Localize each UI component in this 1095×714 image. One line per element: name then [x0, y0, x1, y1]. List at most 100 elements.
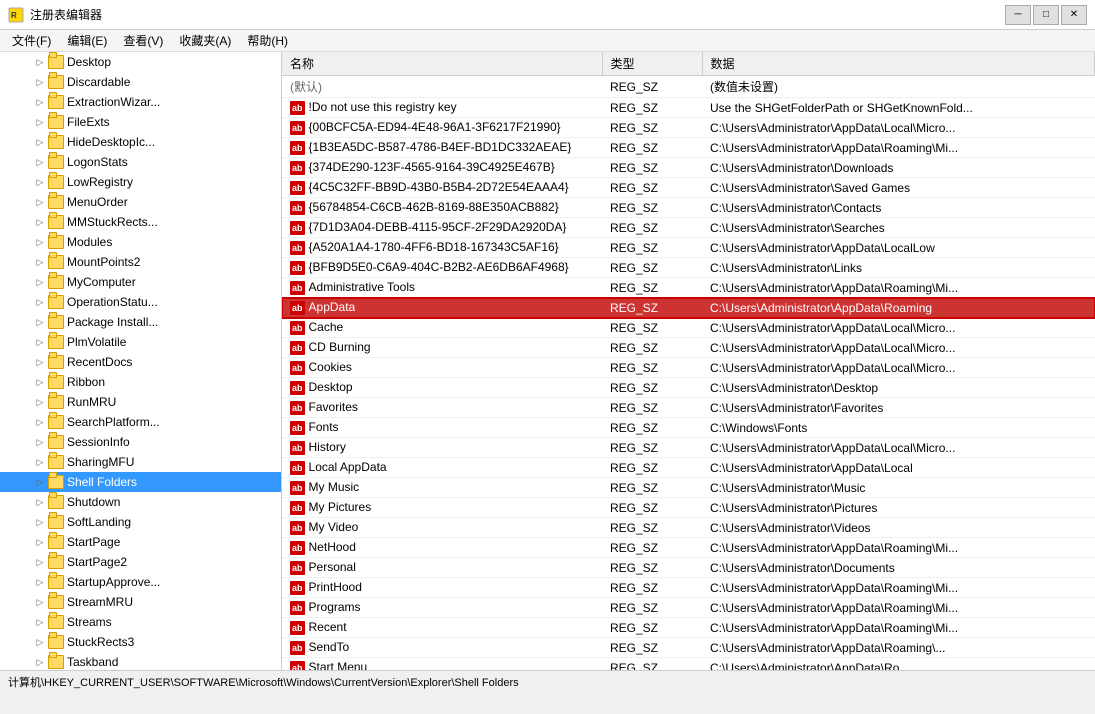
- table-row[interactable]: abMy VideoREG_SZC:\Users\Administrator\V…: [282, 518, 1095, 538]
- tree-expander-icon[interactable]: ▷: [32, 254, 48, 270]
- tree-expander-icon[interactable]: ▷: [32, 194, 48, 210]
- tree-expander-icon[interactable]: ▷: [32, 474, 48, 490]
- tree-expander-icon[interactable]: ▷: [32, 434, 48, 450]
- tree-expander-icon[interactable]: ▷: [32, 514, 48, 530]
- tree-item[interactable]: ▷HideDesktopIc...: [0, 132, 281, 152]
- tree-expander-icon[interactable]: ▷: [32, 114, 48, 130]
- tree-item[interactable]: ▷Taskband: [0, 652, 281, 670]
- tree-item[interactable]: ▷Package Install...: [0, 312, 281, 332]
- table-row[interactable]: abNetHoodREG_SZC:\Users\Administrator\Ap…: [282, 538, 1095, 558]
- tree-expander-icon[interactable]: ▷: [32, 154, 48, 170]
- tree-item[interactable]: ▷StartPage2: [0, 552, 281, 572]
- tree-item[interactable]: ▷MountPoints2: [0, 252, 281, 272]
- tree-item[interactable]: ▷PlmVolatile: [0, 332, 281, 352]
- tree-item[interactable]: ▷SoftLanding: [0, 512, 281, 532]
- table-row[interactable]: abCacheREG_SZC:\Users\Administrator\AppD…: [282, 318, 1095, 338]
- tree-expander-icon[interactable]: ▷: [32, 214, 48, 230]
- tree-expander-icon[interactable]: ▷: [32, 314, 48, 330]
- table-row[interactable]: ab{1B3EA5DC-B587-4786-B4EF-BD1DC332AEAE}…: [282, 138, 1095, 158]
- tree-item[interactable]: ▷SharingMFU: [0, 452, 281, 472]
- tree-expander-icon[interactable]: ▷: [32, 274, 48, 290]
- tree-item[interactable]: ▷StreamMRU: [0, 592, 281, 612]
- tree-item[interactable]: ▷StuckRects3: [0, 632, 281, 652]
- menu-help[interactable]: 帮助(H): [239, 30, 296, 51]
- table-row[interactable]: abPersonalREG_SZC:\Users\Administrator\D…: [282, 558, 1095, 578]
- tree-item[interactable]: ▷Discardable: [0, 72, 281, 92]
- maximize-button[interactable]: □: [1033, 5, 1059, 25]
- table-row[interactable]: abHistoryREG_SZC:\Users\Administrator\Ap…: [282, 438, 1095, 458]
- table-row[interactable]: abMy MusicREG_SZC:\Users\Administrator\M…: [282, 478, 1095, 498]
- tree-item[interactable]: ▷Desktop: [0, 52, 281, 72]
- table-row[interactable]: abFavoritesREG_SZC:\Users\Administrator\…: [282, 398, 1095, 418]
- tree-expander-icon[interactable]: ▷: [32, 174, 48, 190]
- tree-item[interactable]: ▷SearchPlatform...: [0, 412, 281, 432]
- table-row[interactable]: ab{374DE290-123F-4565-9164-39C4925E467B}…: [282, 158, 1095, 178]
- tree-expander-icon[interactable]: ▷: [32, 374, 48, 390]
- tree-expander-icon[interactable]: ▷: [32, 534, 48, 550]
- tree-item[interactable]: ▷MenuOrder: [0, 192, 281, 212]
- table-row[interactable]: abMy PicturesREG_SZC:\Users\Administrato…: [282, 498, 1095, 518]
- tree-item[interactable]: ▷Shutdown: [0, 492, 281, 512]
- tree-expander-icon[interactable]: ▷: [32, 394, 48, 410]
- table-row[interactable]: ab{A520A1A4-1780-4FF6-BD18-167343C5AF16}…: [282, 238, 1095, 258]
- tree-item[interactable]: ▷Shell Folders: [0, 472, 281, 492]
- menu-favorites[interactable]: 收藏夹(A): [171, 30, 239, 51]
- menu-file[interactable]: 文件(F): [4, 30, 59, 51]
- tree-expander-icon[interactable]: ▷: [32, 334, 48, 350]
- table-row[interactable]: abDesktopREG_SZC:\Users\Administrator\De…: [282, 378, 1095, 398]
- table-row[interactable]: abProgramsREG_SZC:\Users\Administrator\A…: [282, 598, 1095, 618]
- table-row[interactable]: ab!Do not use this registry keyREG_SZUse…: [282, 98, 1095, 118]
- close-button[interactable]: ✕: [1061, 5, 1087, 25]
- table-row[interactable]: ab{56784854-C6CB-462B-8169-88E350ACB882}…: [282, 198, 1095, 218]
- tree-expander-icon[interactable]: ▷: [32, 94, 48, 110]
- tree-item[interactable]: ▷FileExts: [0, 112, 281, 132]
- tree-expander-icon[interactable]: ▷: [32, 134, 48, 150]
- tree-item[interactable]: ▷Streams: [0, 612, 281, 632]
- table-row[interactable]: abCD BurningREG_SZC:\Users\Administrator…: [282, 338, 1095, 358]
- tree-expander-icon[interactable]: ▷: [32, 494, 48, 510]
- tree-item[interactable]: ▷MMStuckRects...: [0, 212, 281, 232]
- tree-item[interactable]: ▷StartPage: [0, 532, 281, 552]
- tree-expander-icon[interactable]: ▷: [32, 54, 48, 70]
- tree-item[interactable]: ▷ExtractionWizar...: [0, 92, 281, 112]
- table-row[interactable]: abSendToREG_SZC:\Users\Administrator\App…: [282, 638, 1095, 658]
- tree-expander-icon[interactable]: ▷: [32, 294, 48, 310]
- table-row[interactable]: (默认)REG_SZ(数值未设置): [282, 76, 1095, 98]
- tree-item[interactable]: ▷StartupApprove...: [0, 572, 281, 592]
- tree-item[interactable]: ▷Ribbon: [0, 372, 281, 392]
- tree-expander-icon[interactable]: ▷: [32, 654, 48, 670]
- tree-expander-icon[interactable]: ▷: [32, 354, 48, 370]
- table-row[interactable]: ab{7D1D3A04-DEBB-4115-95CF-2F29DA2920DA}…: [282, 218, 1095, 238]
- tree-item[interactable]: ▷SessionInfo: [0, 432, 281, 452]
- tree-item[interactable]: ▷LogonStats: [0, 152, 281, 172]
- minimize-button[interactable]: ─: [1005, 5, 1031, 25]
- tree-expander-icon[interactable]: ▷: [32, 234, 48, 250]
- table-row[interactable]: abCookiesREG_SZC:\Users\Administrator\Ap…: [282, 358, 1095, 378]
- table-row[interactable]: abRecentREG_SZC:\Users\Administrator\App…: [282, 618, 1095, 638]
- tree-expander-icon[interactable]: ▷: [32, 574, 48, 590]
- table-row[interactable]: ab{BFB9D5E0-C6A9-404C-B2B2-AE6DB6AF4968}…: [282, 258, 1095, 278]
- table-row[interactable]: abAdministrative ToolsREG_SZC:\Users\Adm…: [282, 278, 1095, 298]
- tree-expander-icon[interactable]: ▷: [32, 414, 48, 430]
- table-row[interactable]: abLocal AppDataREG_SZC:\Users\Administra…: [282, 458, 1095, 478]
- menu-edit[interactable]: 编辑(E): [59, 30, 115, 51]
- tree-item[interactable]: ▷RunMRU: [0, 392, 281, 412]
- menu-view[interactable]: 查看(V): [115, 30, 171, 51]
- tree-item[interactable]: ▷MyComputer: [0, 272, 281, 292]
- table-row[interactable]: ab{00BCFC5A-ED94-4E48-96A1-3F6217F21990}…: [282, 118, 1095, 138]
- tree-expander-icon[interactable]: ▷: [32, 594, 48, 610]
- tree-expander-icon[interactable]: ▷: [32, 454, 48, 470]
- table-row[interactable]: abFontsREG_SZC:\Windows\Fonts: [282, 418, 1095, 438]
- table-row[interactable]: ab{4C5C32FF-BB9D-43B0-B5B4-2D72E54EAAA4}…: [282, 178, 1095, 198]
- tree-expander-icon[interactable]: ▷: [32, 634, 48, 650]
- table-row[interactable]: abPrintHoodREG_SZC:\Users\Administrator\…: [282, 578, 1095, 598]
- tree-expander-icon[interactable]: ▷: [32, 554, 48, 570]
- tree-item[interactable]: ▷OperationStatu...: [0, 292, 281, 312]
- tree-item[interactable]: ▷LowRegistry: [0, 172, 281, 192]
- tree-expander-icon[interactable]: ▷: [32, 614, 48, 630]
- tree-expander-icon[interactable]: ▷: [32, 74, 48, 90]
- table-row[interactable]: abAppDataREG_SZC:\Users\Administrator\Ap…: [282, 298, 1095, 318]
- table-row[interactable]: abStart MenuREG_SZC:\Users\Administrator…: [282, 658, 1095, 671]
- tree-item[interactable]: ▷RecentDocs: [0, 352, 281, 372]
- tree-item[interactable]: ▷Modules: [0, 232, 281, 252]
